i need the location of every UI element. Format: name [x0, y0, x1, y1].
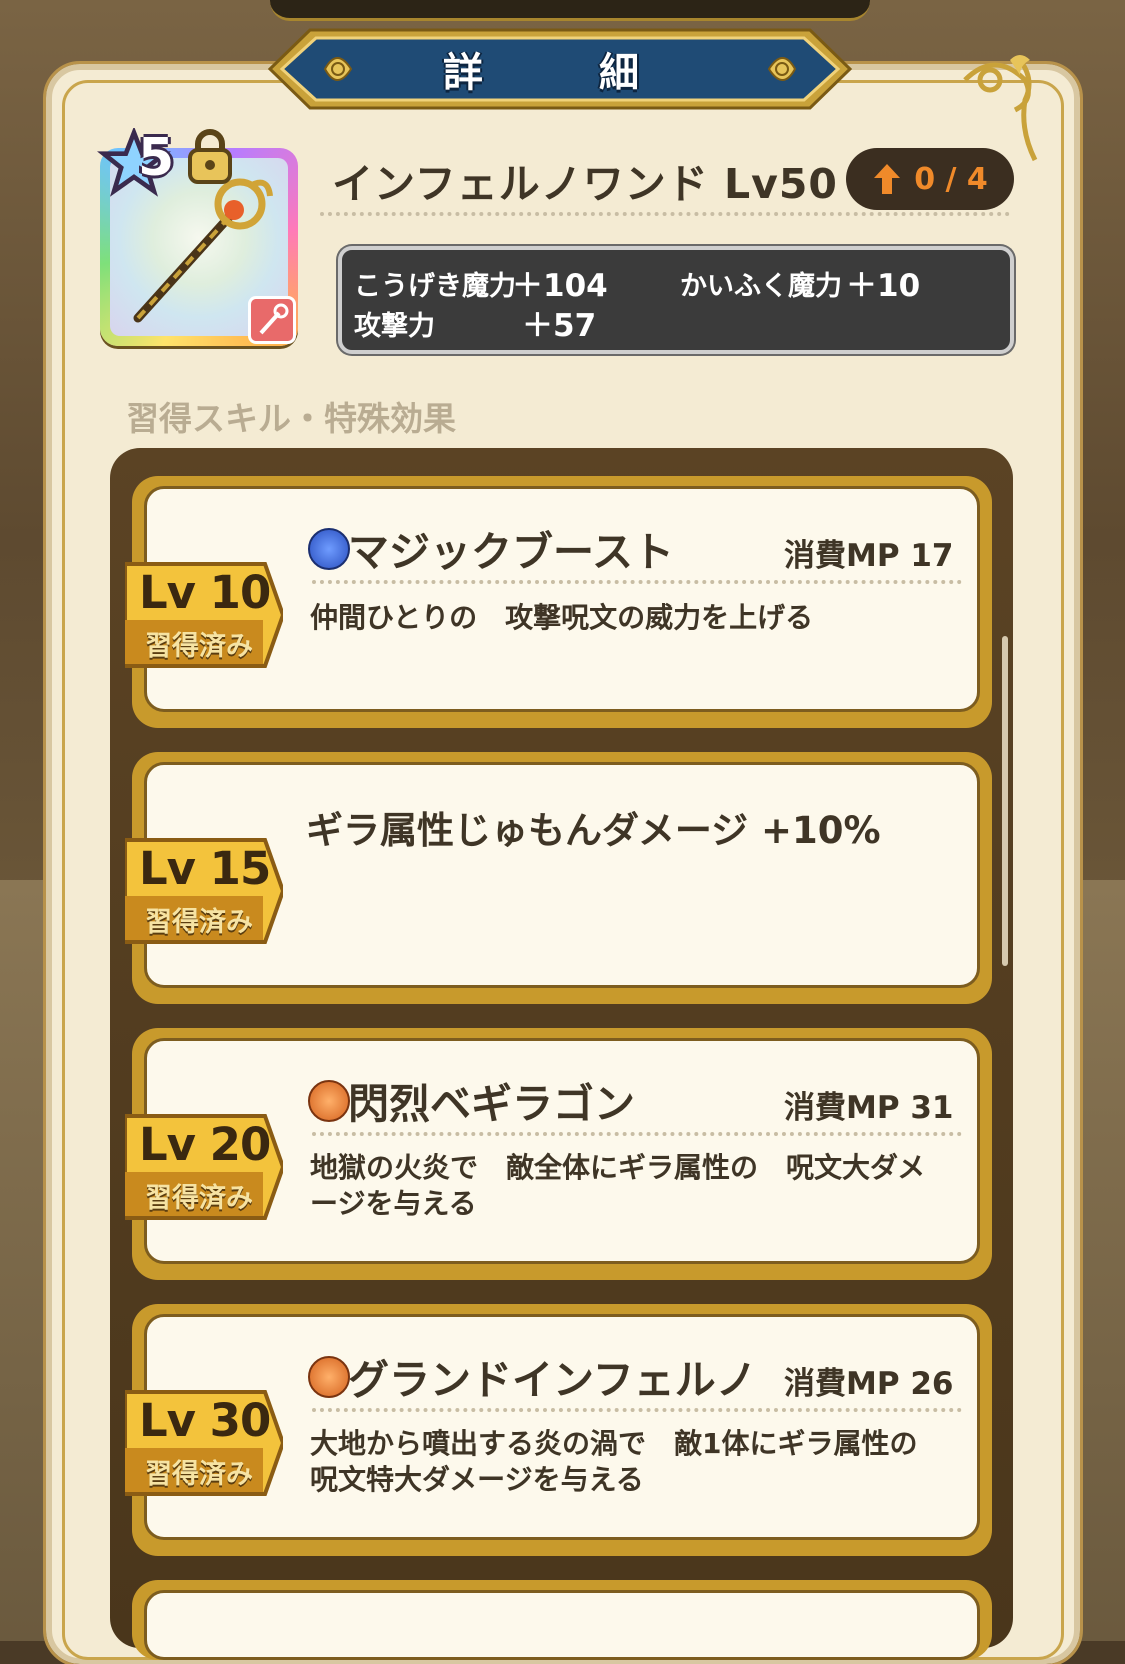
skill-name: グランドインフェルノ: [348, 1356, 757, 1404]
skill-status: 習得済み: [145, 631, 253, 662]
skill-status: 習得済み: [145, 907, 253, 938]
divider: [312, 580, 962, 584]
wand-icon: [259, 303, 289, 335]
skill-mp-cost: 消費MP 26: [784, 1366, 954, 1402]
title-banner: 詳 細: [240, 26, 880, 112]
stat-label-attack-magic: こうげき魔力: [354, 271, 516, 302]
skill-name: 閃烈ベギラゴン: [348, 1080, 635, 1128]
skill-level: Lv 15: [139, 842, 271, 895]
skill-level: Lv 10: [139, 566, 271, 619]
divider: [312, 1408, 962, 1412]
skill-description: 大地から噴出する炎の渦で 敵1体にギラ属性の呪文特大ダメージを与える: [310, 1427, 918, 1496]
skill-name: マジックブースト: [348, 528, 674, 576]
level-badge: Lv 20 習得済み: [125, 1112, 283, 1222]
skill-description: 地獄の火炎で 敵全体にギラ属性の 呪文大ダメージを与える: [310, 1151, 926, 1220]
skill-description: 仲間ひとりの 攻撃呪文の威力を上げる: [310, 601, 814, 634]
rarity-count: 5: [138, 128, 175, 188]
skill-level: Lv 20: [139, 1118, 271, 1171]
stat-value-attack: ＋57: [522, 308, 597, 344]
skill-mp-cost: 消費MP 17: [784, 538, 954, 574]
item-name: インフェルノワンド Lv50: [332, 160, 838, 208]
stat-label-heal-magic: かいふく魔力: [680, 271, 842, 302]
stat-label-attack: 攻撃力: [354, 311, 435, 342]
skill-status: 習得済み: [145, 1183, 253, 1214]
skill-name: ギラ属性じゅもんダメージ +10%: [306, 809, 881, 852]
level-badge: Lv 30 習得済み: [125, 1388, 283, 1498]
divider: [320, 212, 1010, 216]
stat-value-attack-magic: ＋104: [512, 268, 608, 304]
skill-card-partial: [132, 1580, 992, 1660]
skill-level: Lv 30: [139, 1394, 271, 1447]
stat-value-heal-magic: ＋10: [846, 268, 921, 304]
top-frame-bar: [270, 0, 870, 21]
fire-magic-icon: [308, 1080, 350, 1122]
lock-icon[interactable]: [186, 128, 234, 186]
divider: [312, 1132, 962, 1136]
skill-status: 習得済み: [145, 1459, 253, 1490]
level-badge: Lv 10 習得済み: [125, 560, 283, 670]
weapon-type-badge: [248, 296, 296, 344]
stats-box: こうげき魔力 ＋104 かいふく魔力 ＋10 攻撃力 ＋57: [338, 246, 1014, 354]
upgrade-count-badge[interactable]: 0 / 4: [846, 148, 1014, 210]
skill-mp-cost: 消費MP 31: [784, 1090, 954, 1126]
page-title: 詳 細: [443, 50, 677, 96]
arrow-up-icon: [874, 164, 901, 194]
blue-magic-icon: [308, 528, 350, 570]
section-label: 習得スキル・特殊効果: [126, 399, 456, 438]
scrollbar[interactable]: [1002, 636, 1008, 966]
level-badge: Lv 15 習得済み: [125, 836, 283, 946]
fire-magic-icon: [308, 1356, 350, 1398]
upgrade-count: 0 / 4: [914, 161, 988, 197]
